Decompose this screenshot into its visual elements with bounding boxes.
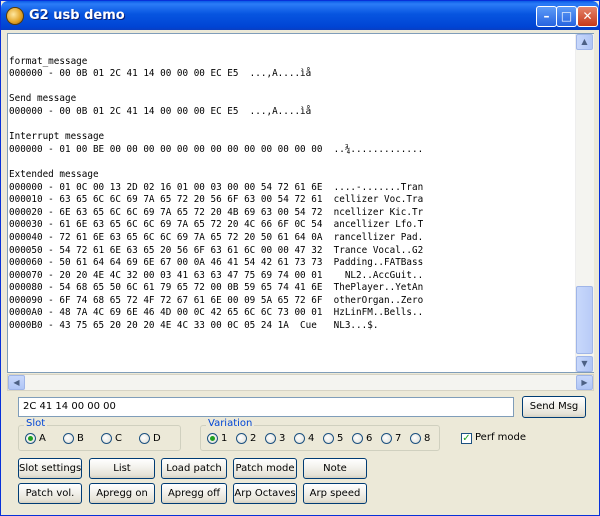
variation-radio-label: 6 (366, 432, 373, 444)
radio-circle-icon[interactable] (101, 432, 112, 444)
slot-radio-b[interactable]: B (63, 431, 84, 445)
log-line: 000080 - 54 68 65 50 6C 61 79 65 72 00 0… (9, 282, 424, 294)
close-button[interactable]: ✕ (577, 6, 598, 27)
log-line: 000000 - 00 0B 01 2C 41 14 00 00 00 EC E… (9, 68, 312, 80)
window-title: G2 usb demo (29, 8, 125, 23)
vertical-scroll-thumb[interactable] (576, 286, 593, 354)
minimize-button[interactable]: – (536, 6, 557, 27)
patch-vol-button[interactable]: Patch vol. (18, 483, 82, 504)
title-bar[interactable]: G2 usb demo – □ ✕ (1, 1, 599, 30)
log-line: 000030 - 61 6E 63 65 6C 6C 69 7A 65 72 2… (9, 219, 424, 231)
scroll-right-icon[interactable]: ▶ (576, 375, 593, 390)
slot-radio-label: D (153, 432, 161, 444)
load-patch-button[interactable]: Load patch (161, 458, 227, 479)
radio-circle-icon[interactable] (294, 432, 305, 444)
variation-radio-6[interactable]: 6 (352, 431, 372, 445)
arp-octaves-button[interactable]: Arp Octaves (233, 483, 297, 504)
app-window: G2 usb demo – □ ✕ format_message 000000 -… (0, 0, 600, 516)
variation-radio-label: 8 (424, 432, 431, 444)
variation-radio-label: 4 (308, 432, 315, 444)
log-line: format_message (9, 55, 88, 67)
scroll-up-icon[interactable]: ▲ (576, 34, 593, 50)
radio-circle-icon[interactable] (381, 432, 392, 444)
app-icon (7, 8, 23, 24)
radio-circle-icon[interactable] (323, 432, 334, 444)
command-input[interactable]: 2C 41 14 00 00 00 (18, 397, 514, 417)
log-line: 000070 - 20 20 4E 4C 32 00 03 41 63 63 4… (9, 269, 424, 281)
variation-radio-label: 5 (337, 432, 344, 444)
radio-circle-icon[interactable] (352, 432, 363, 444)
perf-mode-label: Perf mode (475, 432, 526, 443)
radio-circle-icon[interactable] (410, 432, 421, 444)
variation-group-label: Variation (206, 418, 255, 429)
log-line: Interrupt message (9, 131, 105, 143)
variation-radio-5[interactable]: 5 (323, 431, 343, 445)
perf-mode-checkbox[interactable]: ✓ (461, 433, 472, 444)
radio-circle-icon[interactable] (25, 432, 36, 444)
radio-circle-icon[interactable] (207, 432, 218, 444)
slot-radio-label: B (77, 432, 84, 444)
message-log[interactable]: format_message 000000 - 00 0B 01 2C 41 14… (7, 33, 594, 373)
radio-circle-icon[interactable] (63, 432, 74, 444)
arpegg-on-button[interactable]: Apregg on (89, 483, 155, 504)
log-line: 0000B0 - 43 75 65 20 20 20 4E 4C 33 00 0… (9, 320, 379, 332)
log-line: 000060 - 50 61 64 64 69 6E 67 00 0A 46 4… (9, 257, 424, 269)
variation-radio-label: 2 (250, 432, 257, 444)
message-log-text: format_message 000000 - 00 0B 01 2C 41 14… (9, 43, 575, 371)
log-line: Extended message (9, 168, 99, 180)
log-line: 000050 - 54 72 61 6E 63 65 20 56 6F 63 6… (9, 244, 424, 256)
list-button[interactable]: List (89, 458, 155, 479)
variation-radio-4[interactable]: 4 (294, 431, 314, 445)
slot-radio-a[interactable]: A (25, 431, 46, 445)
variation-radio-7[interactable]: 7 (381, 431, 401, 445)
maximize-button[interactable]: □ (556, 6, 577, 27)
scroll-down-icon[interactable]: ▼ (576, 356, 593, 372)
log-line: 000020 - 6E 63 65 6C 6C 69 7A 65 72 20 4… (9, 206, 424, 218)
radio-circle-icon[interactable] (236, 432, 247, 444)
log-line: 000000 - 01 00 BE 00 00 00 00 00 00 00 0… (9, 143, 424, 155)
slot-radio-label: C (115, 432, 122, 444)
log-line: 000010 - 63 65 6C 6C 69 7A 65 72 20 56 6… (9, 194, 424, 206)
slot-radio-label: A (39, 432, 46, 444)
slot-settings-button[interactable]: Slot settings (18, 458, 82, 479)
send-msg-button[interactable]: Send Msg (522, 396, 586, 418)
arp-speed-button[interactable]: Arp speed (303, 483, 367, 504)
variation-radio-label: 7 (395, 432, 402, 444)
radio-circle-icon[interactable] (265, 432, 276, 444)
vertical-scrollbar[interactable]: ▲ ▼ (575, 34, 594, 372)
slot-radio-d[interactable]: D (139, 431, 161, 445)
variation-radio-3[interactable]: 3 (265, 431, 285, 445)
log-line: 000040 - 72 61 6E 63 65 6C 6C 69 7A 65 7… (9, 231, 424, 243)
variation-radio-1[interactable]: 1 (207, 431, 227, 445)
scroll-left-icon[interactable]: ◀ (8, 375, 25, 390)
radio-circle-icon[interactable] (139, 432, 150, 444)
note-button[interactable]: Note (303, 458, 367, 479)
horizontal-scrollbar[interactable]: ◀ ▶ (7, 374, 594, 391)
log-line: Send message (9, 93, 77, 105)
slot-group-label: Slot (24, 418, 48, 429)
log-line: 000000 - 00 0B 01 2C 41 14 00 00 00 EC E… (9, 105, 312, 117)
log-line: 000000 - 01 0C 00 13 2D 02 16 01 00 03 0… (9, 181, 424, 193)
log-line: 000090 - 6F 74 68 65 72 4F 72 67 61 6E 0… (9, 294, 424, 306)
variation-radio-label: 3 (279, 432, 286, 444)
variation-radio-8[interactable]: 8 (410, 431, 430, 445)
arpegg-off-button[interactable]: Apregg off (161, 483, 227, 504)
slot-radio-c[interactable]: C (101, 431, 122, 445)
variation-radio-label: 1 (221, 432, 228, 444)
patch-mode-button[interactable]: Patch mode (233, 458, 297, 479)
log-line: 0000A0 - 48 7A 4C 69 6E 46 4D 00 0C 42 6… (9, 307, 424, 319)
variation-radio-2[interactable]: 2 (236, 431, 256, 445)
